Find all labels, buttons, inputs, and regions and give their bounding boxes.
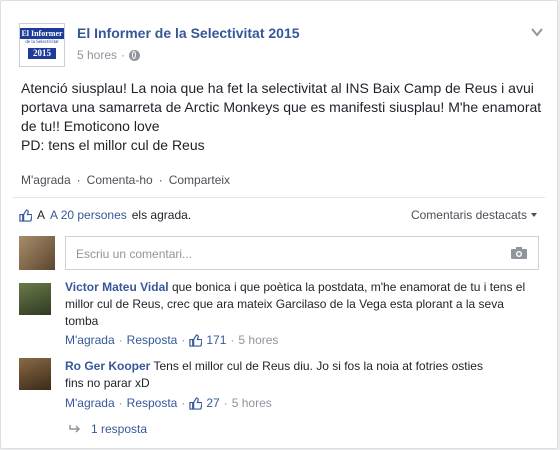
post-meta: 5 hores · bbox=[77, 48, 141, 62]
likes-prefix: A bbox=[37, 208, 46, 222]
comment-like-button[interactable]: M'agrada bbox=[65, 333, 115, 347]
commenter-avatar[interactable] bbox=[19, 358, 51, 390]
likes-suffix: els agrada. bbox=[131, 208, 192, 222]
logo-text-top: El Informer bbox=[20, 28, 64, 39]
my-avatar bbox=[19, 236, 55, 270]
top-comments-dropdown[interactable]: Comentaris destacats bbox=[411, 208, 537, 222]
thumbs-up-icon bbox=[189, 396, 203, 410]
comment-body: Ro Ger Kooper Tens el millor cul de Reus… bbox=[65, 358, 485, 392]
camera-icon[interactable] bbox=[510, 246, 528, 260]
post-text: Atenció siusplau! La noia que ha fet la … bbox=[21, 80, 542, 153]
reply-arrow-icon bbox=[69, 425, 81, 433]
likes-summary: A A 20 persones els agrada. bbox=[19, 208, 191, 222]
comment-input[interactable] bbox=[74, 246, 498, 262]
top-comments-label: Comentaris destacats bbox=[410, 208, 527, 222]
comment-reply-button[interactable]: Resposta bbox=[127, 396, 178, 410]
comment-actions: M'agrada · Resposta · 27 · 5 hores bbox=[65, 396, 272, 410]
divider bbox=[13, 197, 545, 198]
comment-input-box[interactable] bbox=[65, 236, 539, 270]
comment-time[interactable]: 5 hores bbox=[232, 396, 272, 410]
logo-text-mid: de la Selectivitat bbox=[25, 40, 59, 45]
comment-body: Victor Mateu Vidal que bonica i que poèt… bbox=[65, 279, 535, 330]
chevron-down-icon[interactable] bbox=[531, 27, 543, 37]
post-card: El Informer de la Selectivitat 2015 El I… bbox=[0, 0, 558, 449]
comment-author[interactable]: Victor Mateu Vidal bbox=[65, 280, 169, 294]
comment-button[interactable]: Comenta-ho bbox=[87, 173, 153, 187]
view-replies-link[interactable]: 1 resposta bbox=[69, 422, 147, 436]
thumbs-up-icon bbox=[19, 208, 32, 222]
comment-reply-button[interactable]: Resposta bbox=[127, 333, 178, 347]
caret-down-icon bbox=[531, 213, 537, 217]
page-avatar[interactable]: El Informer de la Selectivitat 2015 bbox=[19, 23, 65, 67]
comment-time[interactable]: 5 hores bbox=[238, 333, 278, 347]
comment-like-count[interactable]: 27 bbox=[206, 396, 219, 410]
post-actions: M'agrada · Comenta-ho · Comparteix bbox=[21, 173, 231, 187]
post-time[interactable]: 5 hores bbox=[77, 48, 117, 62]
page-name-link[interactable]: El Informer de la Selectivitat 2015 bbox=[77, 25, 300, 41]
like-button[interactable]: M'agrada bbox=[21, 173, 71, 187]
comment-actions: M'agrada · Resposta · 171 · 5 hores bbox=[65, 333, 279, 347]
commenter-avatar[interactable] bbox=[19, 283, 51, 315]
globe-icon[interactable] bbox=[129, 49, 141, 61]
likes-count-link[interactable]: A 20 persones bbox=[50, 208, 127, 222]
comment-like-button[interactable]: M'agrada bbox=[65, 396, 115, 410]
comment-author[interactable]: Ro Ger Kooper bbox=[65, 359, 150, 373]
comment-like-count[interactable]: 171 bbox=[206, 333, 226, 347]
thumbs-up-icon bbox=[189, 333, 203, 347]
replies-label: 1 resposta bbox=[91, 422, 148, 436]
share-button[interactable]: Comparteix bbox=[169, 173, 230, 187]
logo-text-year: 2015 bbox=[28, 48, 56, 59]
